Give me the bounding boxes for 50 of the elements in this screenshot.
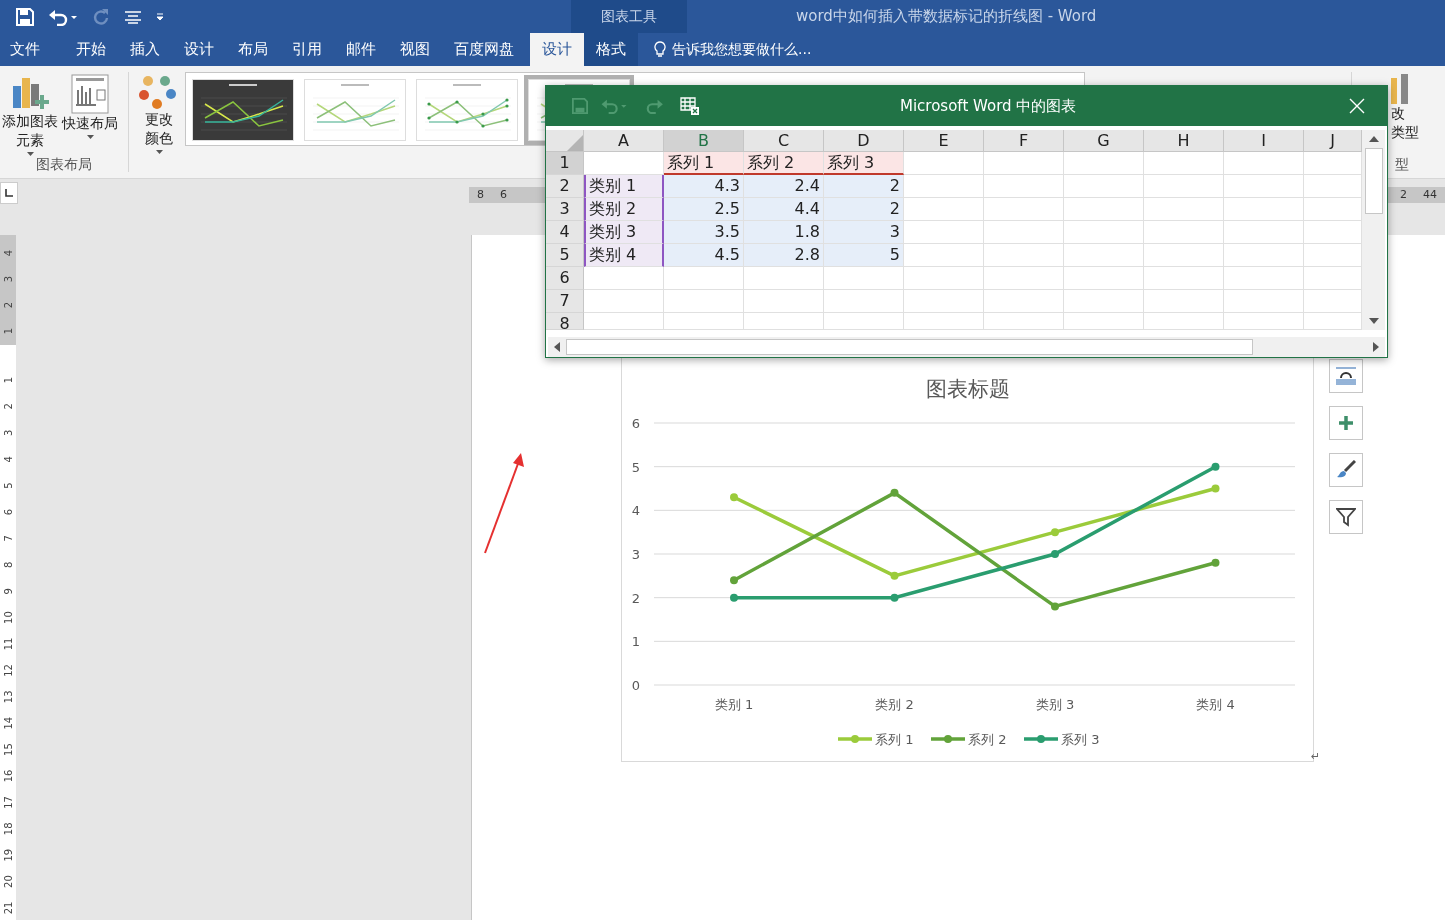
ruler-number: 8 — [477, 187, 484, 203]
legend-label: 系列 2 — [968, 732, 1007, 747]
ruler-number: 20 — [3, 875, 14, 888]
ruler-number: 3 — [3, 275, 14, 283]
axis-label: 类别 4 — [1196, 697, 1235, 712]
ruler-number: 44 — [1423, 187, 1437, 203]
axis-label: 2 — [631, 590, 641, 606]
ruler-number: 12 — [3, 664, 14, 677]
axis-label: 类别 3 — [1035, 697, 1075, 712]
ruler-number: 1 — [3, 327, 14, 335]
ruler-number: 3 — [3, 429, 14, 436]
axis-label: 4 — [631, 503, 641, 519]
ruler-number: 17 — [3, 796, 14, 809]
axis-label: 6 — [631, 416, 641, 431]
ruler-number: 2 — [3, 403, 14, 410]
axis-label: 5 — [631, 459, 641, 475]
group-label: 型 — [1395, 156, 1410, 174]
ruler-number: 19 — [3, 848, 14, 862]
axis-label: 1 — [631, 634, 641, 650]
ruler-number: 2 — [3, 301, 14, 309]
ruler-number: 5 — [3, 482, 14, 489]
legend-label: 系列 3 — [1061, 732, 1100, 747]
axis-label: 类别 1 — [714, 697, 754, 712]
ruler-number: 16 — [3, 769, 14, 783]
ruler-number: 10 — [3, 611, 14, 624]
axis-label: 3 — [631, 547, 641, 562]
legend-label: 系列 1 — [875, 732, 914, 747]
ruler-number: 11 — [3, 637, 14, 651]
ruler-number: 18 — [3, 822, 14, 836]
spreadsheet-title: Microsoft Word 中的图表 — [900, 96, 1077, 116]
ruler-number: 15 — [3, 743, 14, 756]
axis-label: 类别 2 — [875, 697, 914, 712]
paragraph-mark: ↵ — [1311, 751, 1321, 763]
axis-label: 0 — [631, 678, 641, 693]
ruler-number: 4 — [3, 456, 14, 463]
ruler-number: 1 — [3, 376, 14, 384]
chart-title: 图表标题 — [926, 377, 1010, 401]
ruler-number: 8 — [3, 561, 14, 568]
ruler-number: 2 — [1400, 187, 1407, 203]
group-label: 图表布局 — [35, 156, 93, 174]
ruler-number: 21 — [3, 901, 14, 915]
ruler-number: 6 — [3, 508, 14, 516]
ruler-number: 9 — [3, 588, 14, 595]
ruler-number: 4 — [3, 249, 14, 257]
ruler-number: 14 — [3, 716, 14, 730]
ruler-number: 13 — [3, 690, 14, 704]
ruler-number: 7 — [3, 535, 14, 542]
ruler-number: 6 — [500, 187, 507, 203]
context-group-label: 图表工具 — [601, 7, 657, 26]
window-title: word中如何插入带数据标记的折线图 - Word — [795, 6, 1097, 27]
